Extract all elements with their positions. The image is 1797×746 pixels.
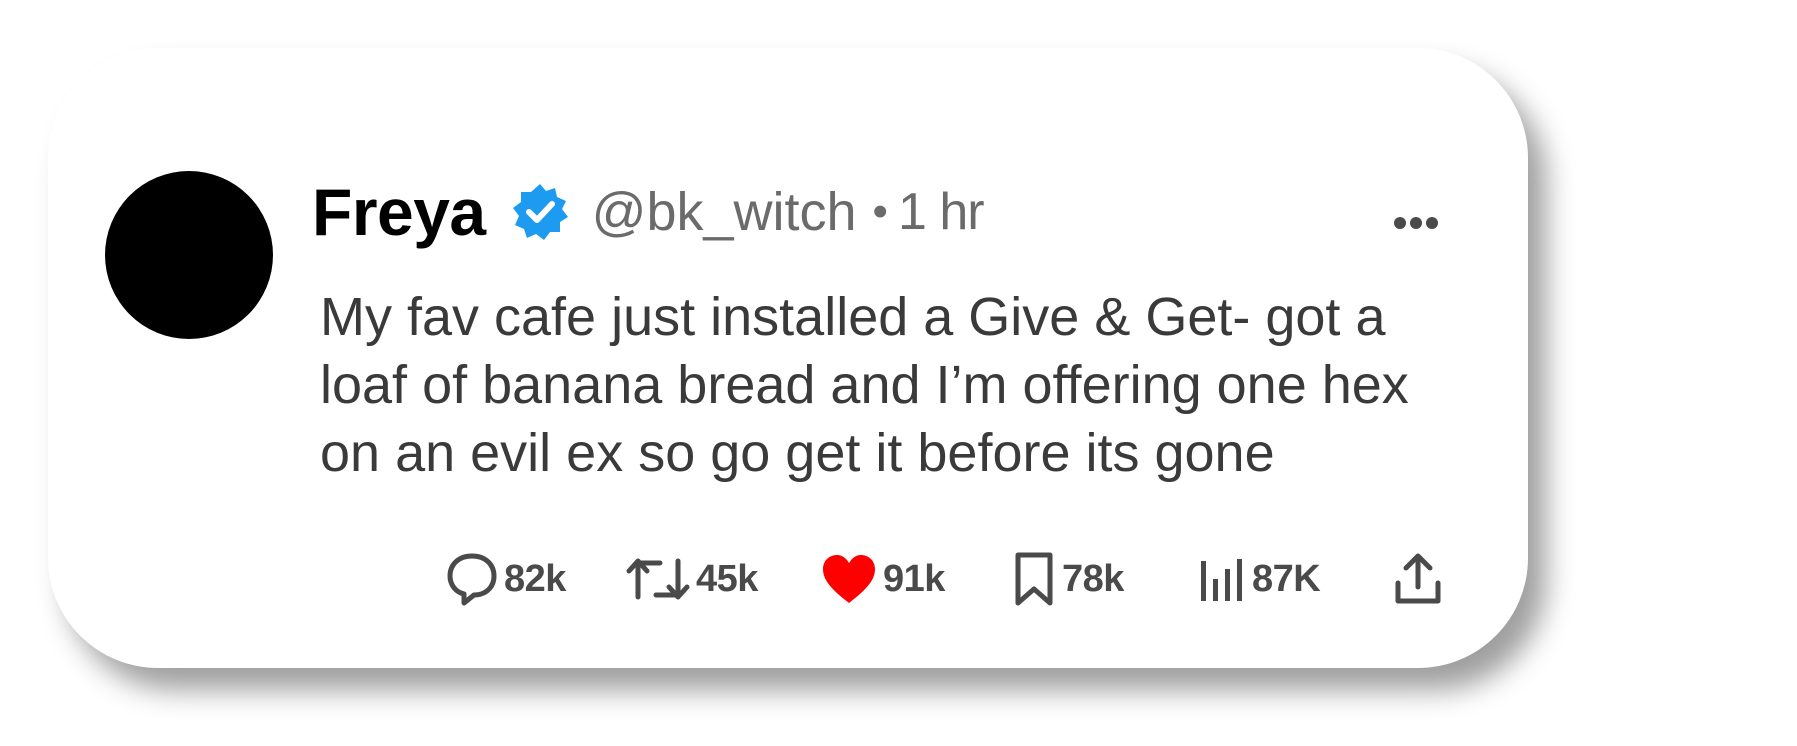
post-time[interactable]: 1 hr	[898, 182, 985, 242]
share-icon	[1395, 553, 1441, 604]
heart-icon	[823, 555, 875, 603]
reply-icon	[447, 553, 497, 606]
stage: Freya @bk_witch • 1 hr My fav cafe just …	[0, 0, 1797, 746]
views-count: 87K	[1252, 557, 1321, 600]
reply-button[interactable]: 82k	[446, 544, 566, 614]
like-count: 91k	[883, 557, 945, 600]
author-handle[interactable]: @bk_witch	[592, 181, 857, 243]
share-button[interactable]	[1393, 544, 1443, 614]
separator-dot: •	[872, 187, 888, 236]
repost-count: 45k	[696, 557, 758, 600]
reply-count: 82k	[504, 557, 566, 600]
post-header: Freya @bk_witch • 1 hr	[312, 172, 985, 252]
verified-badge-icon	[510, 182, 570, 242]
repost-button[interactable]: 45k	[626, 544, 758, 614]
repost-icon	[626, 558, 690, 600]
views-button[interactable]: 87K	[1198, 544, 1321, 614]
bookmark-icon	[1015, 552, 1053, 606]
views-icon	[1201, 559, 1242, 601]
avatar[interactable]	[105, 171, 273, 339]
action-bar: 82k 45k 91k 78k 87K	[48, 544, 1528, 614]
author-name[interactable]: Freya	[312, 174, 486, 250]
bookmark-count: 78k	[1062, 557, 1124, 600]
more-options-icon[interactable]	[1393, 216, 1439, 230]
post-card: Freya @bk_witch • 1 hr My fav cafe just …	[48, 48, 1528, 668]
bookmark-button[interactable]: 78k	[1012, 544, 1124, 614]
post-text: My fav cafe just installed a Give & Get-…	[320, 287, 1409, 483]
like-button[interactable]: 91k	[821, 544, 945, 614]
